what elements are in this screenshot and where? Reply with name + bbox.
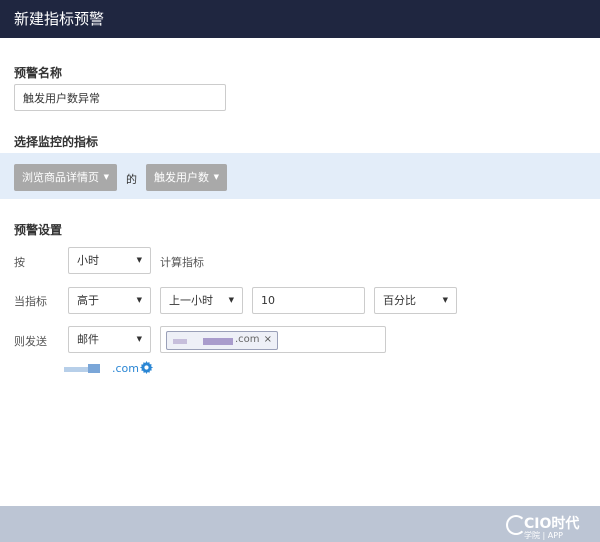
send-label: 则发送: [14, 335, 47, 348]
redacted-text: [203, 338, 233, 345]
channel-value: 邮件: [77, 333, 99, 346]
time-unit-value: 小时: [77, 254, 99, 267]
metric-select-value: 触发用户数: [154, 171, 209, 184]
metric-connector: 的: [126, 173, 137, 186]
watermark-circle: [506, 515, 526, 535]
watermark-logo: CIO时代 学院 | APP: [494, 513, 598, 541]
caret-down-icon: ▼: [103, 173, 109, 181]
recipient-input[interactable]: .com ×: [160, 326, 386, 353]
compare-value: 高于: [77, 294, 99, 307]
gear-icon[interactable]: [140, 361, 153, 374]
redacted-text: [64, 367, 88, 372]
email-note-text: .com: [112, 362, 139, 375]
window-title: 新建指标预警: [0, 0, 600, 38]
alert-name-input[interactable]: [14, 84, 226, 111]
close-icon[interactable]: ×: [264, 334, 272, 345]
threshold-type-value: 百分比: [383, 294, 416, 307]
settings-section-label: 预警设置: [14, 223, 63, 237]
alert-name-label: 预警名称: [14, 66, 63, 80]
period-select[interactable]: 上一小时 ▼: [160, 287, 243, 314]
channel-select[interactable]: 邮件 ▼: [68, 326, 151, 353]
compare-select[interactable]: 高于 ▼: [68, 287, 151, 314]
metric-section-label: 选择监控的指标: [14, 135, 99, 149]
redacted-text: [88, 364, 100, 373]
recipient-tag-text: .com: [235, 334, 260, 345]
caret-down-icon: ▼: [136, 256, 142, 264]
caret-down-icon: ▼: [442, 296, 448, 304]
threshold-type-select[interactable]: 百分比 ▼: [374, 287, 457, 314]
metric-select[interactable]: 触发用户数 ▼: [146, 164, 227, 191]
recipient-tag[interactable]: .com ×: [166, 331, 278, 350]
page-select[interactable]: 浏览商品详情页 ▼: [14, 164, 117, 191]
condition-label: 当指标: [14, 295, 47, 308]
caret-down-icon: ▼: [136, 296, 142, 304]
email-note: .com: [64, 361, 164, 376]
caret-down-icon: ▼: [136, 335, 142, 343]
calc-hint: 计算指标: [160, 256, 204, 269]
by-label: 按: [14, 256, 25, 269]
page-select-value: 浏览商品详情页: [22, 171, 99, 184]
period-value: 上一小时: [169, 294, 213, 307]
caret-down-icon: ▼: [213, 173, 219, 181]
time-unit-select[interactable]: 小时 ▼: [68, 247, 151, 274]
watermark-line2: 学院 | APP: [524, 531, 563, 540]
threshold-input[interactable]: [252, 287, 365, 314]
caret-down-icon: ▼: [228, 296, 234, 304]
redacted-text: [173, 339, 187, 344]
